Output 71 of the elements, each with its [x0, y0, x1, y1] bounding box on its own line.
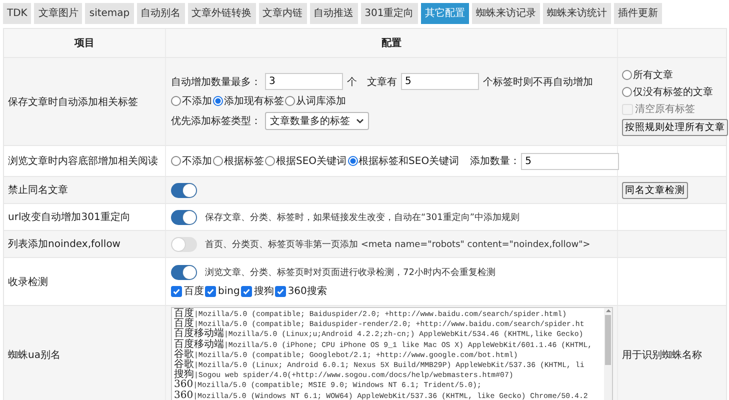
radio-button[interactable] — [213, 96, 223, 106]
checkbox[interactable] — [205, 286, 216, 296]
unit-label: 个 — [347, 76, 357, 88]
tab[interactable]: 自动推送 — [310, 3, 358, 24]
max-count-input[interactable]: 3 — [265, 73, 343, 90]
radio-label: 根据SEO关键词 — [276, 154, 347, 168]
setting-label: 列表添加noindex,follow — [8, 238, 122, 251]
action-button[interactable]: 同名文章检测 — [622, 182, 688, 198]
field-label: 文章有 — [367, 76, 397, 88]
setting-label: 浏览文章时内容底部增加相关阅读 — [8, 154, 159, 168]
radio-label: 根据标签 — [224, 154, 264, 168]
tab[interactable]: 蜘蛛来访记录 — [472, 3, 540, 24]
setting-label: 收录检测 — [8, 276, 49, 288]
setting-label: 蜘蛛ua别名 — [8, 348, 62, 362]
radio-label: 仅没有标签的文章 — [633, 86, 713, 100]
radio-button[interactable] — [171, 156, 181, 166]
radio-button[interactable] — [265, 156, 275, 166]
setting-label: 保存文章时自动添加相关标签 — [8, 96, 139, 108]
tag-type-dropdown[interactable]: 文章数量多的标签 — [265, 112, 369, 130]
checkbox[interactable] — [274, 286, 286, 296]
tab[interactable]: sitemap — [85, 3, 134, 24]
field-label: 添加数量： — [470, 154, 520, 168]
checkbox-label: 搜狗 — [254, 284, 274, 298]
action-button[interactable]: 按照规则处理所有文章 — [622, 118, 728, 136]
ua-textarea[interactable] — [171, 307, 613, 400]
checkbox-label: 百度 — [184, 284, 204, 298]
hint-text: 首页、分类页、标签页等非第一页添加 <meta name="robots" content="noindex,follow"> — [205, 238, 590, 250]
radio-button[interactable] — [622, 87, 632, 98]
radio-button[interactable] — [622, 70, 632, 80]
checkbox-label: bing — [218, 286, 240, 296]
radio-button[interactable] — [213, 156, 223, 166]
column-header: 项目 — [74, 37, 94, 50]
count-input[interactable]: 5 — [521, 152, 620, 170]
radio-label: 不添加 — [182, 154, 212, 168]
hint-text: 用于识别蜘蛛名称 — [622, 348, 703, 362]
column-header: 配置 — [382, 36, 402, 50]
tab[interactable]: 蜘蛛来访统计 — [542, 3, 611, 24]
toggle-switch[interactable] — [171, 210, 197, 224]
radio-label: 所有文章 — [633, 68, 673, 82]
chevron-icon — [356, 118, 364, 124]
tab[interactable]: 301重定向 — [360, 3, 418, 24]
field-label: 优先添加标签类型： — [171, 114, 261, 128]
checkbox-label: 清空原有标签 — [635, 102, 695, 116]
tab[interactable]: 文章外链转换 — [188, 3, 256, 24]
scrollbar[interactable] — [604, 308, 612, 400]
radio-button[interactable] — [171, 96, 181, 106]
arrow-up-icon[interactable] — [604, 308, 612, 313]
radio-label: 根据标签和SEO关键词 — [358, 154, 460, 168]
radio-label: 从词库添加 — [296, 94, 346, 108]
checkbox[interactable] — [240, 286, 252, 296]
checkbox-label: 360搜索 — [288, 284, 327, 298]
toggle-switch[interactable] — [171, 265, 197, 280]
toggle-switch[interactable] — [171, 236, 197, 252]
tab[interactable]: TDK — [3, 3, 32, 24]
tab[interactable]: 文章内链 — [258, 3, 307, 24]
hint-text: 浏览文章、分类、标签页时对页面进行收录检测，72小时内不会重复检测 — [205, 266, 496, 279]
radio-button[interactable] — [285, 96, 295, 106]
checkbox[interactable] — [171, 286, 182, 296]
tab[interactable]: 插件更新 — [614, 3, 662, 24]
setting-label: 禁止同名文章 — [8, 184, 69, 197]
field-label: 自动增加数量最多： — [171, 76, 261, 88]
hint-text: 保存文章、分类、标签时，如果链接发生改变，自动在“301重定向”中添加规则 — [205, 212, 520, 224]
radio-label: 不添加 — [182, 94, 212, 108]
field-label: 个标签时则不再自动增加 — [483, 76, 593, 88]
tab[interactable]: 文章图片 — [34, 3, 82, 24]
tab[interactable]: 自动别名 — [136, 3, 185, 24]
radio-button[interactable] — [348, 156, 358, 166]
tag-count-input[interactable]: 5 — [401, 73, 479, 90]
toggle-switch[interactable] — [171, 182, 197, 198]
setting-label: url改变自动增加301重定向 — [8, 210, 132, 224]
radio-label: 添加现有标签 — [224, 94, 284, 108]
